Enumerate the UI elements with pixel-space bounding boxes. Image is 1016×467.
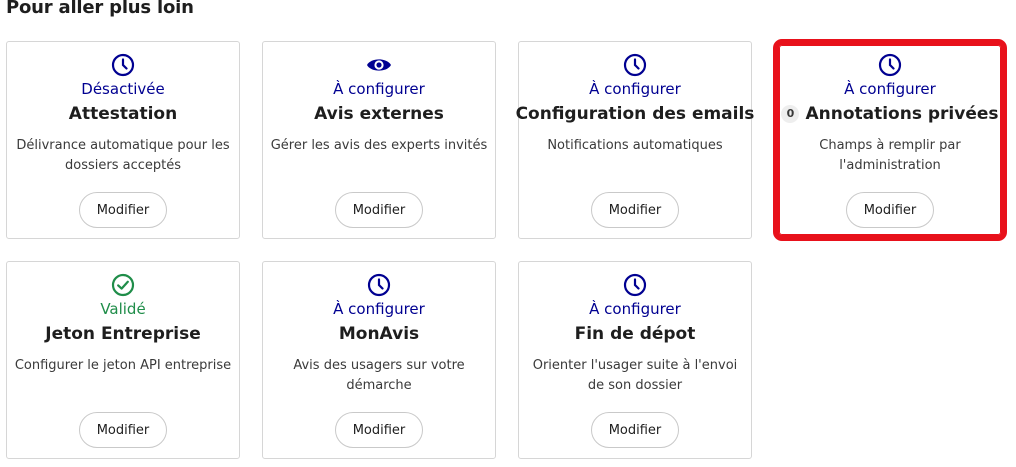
modifier-button-emails[interactable]: Modifier	[591, 192, 679, 228]
modifier-button-monavis[interactable]: Modifier	[335, 412, 423, 448]
card-title: MonAvis	[263, 322, 495, 346]
card-attestation: Désactivée Attestation Délivrance automa…	[6, 41, 240, 239]
check-circle-icon	[7, 272, 239, 298]
status-label: À configurer	[333, 80, 425, 98]
card-description: Orienter l'usager suite à l'envoi de son…	[532, 358, 738, 393]
card-description: Champs à remplir par l'administration	[819, 138, 961, 173]
status-label: Désactivée	[81, 80, 165, 98]
status-label: À configurer	[589, 80, 681, 98]
card-description: Délivrance automatique pour les dossiers…	[16, 138, 230, 173]
card-fin-de-depot: À configurer Fin de dépot Orienter l'usa…	[518, 261, 752, 459]
card-configuration-emails: À configurer Configuration des emails No…	[516, 41, 755, 239]
modifier-button-jeton[interactable]: Modifier	[79, 412, 167, 448]
card-description: Configurer le jeton API entreprise	[14, 358, 232, 373]
card-title-text: Configuration des emails	[515, 104, 755, 124]
modifier-button-fin-de-depot[interactable]: Modifier	[591, 412, 679, 448]
status-label: À configurer	[589, 300, 681, 318]
clock-icon	[7, 52, 239, 78]
card-title-text: Jeton Entreprise	[45, 324, 201, 344]
card-monavis: À configurer MonAvis Avis des usagers su…	[262, 261, 496, 459]
card-title-text: Attestation	[68, 104, 178, 124]
card-title: Jeton Entreprise	[7, 322, 239, 346]
status-label: À configurer	[333, 300, 425, 318]
card-title-text: Fin de dépot	[574, 324, 696, 344]
clock-icon	[519, 272, 751, 298]
status-label: Validé	[100, 300, 146, 318]
modifier-button-avis-externes[interactable]: Modifier	[335, 192, 423, 228]
modifier-button-attestation[interactable]: Modifier	[79, 192, 167, 228]
card-title-text: Avis externes	[314, 104, 444, 124]
section-title: Pour aller plus loin	[6, 0, 194, 18]
card-title-text: Annotations privées	[805, 104, 999, 124]
clock-icon	[263, 272, 495, 298]
card-title: 0 Annotations privées	[780, 102, 1000, 126]
card-description: Notifications automatiques	[547, 138, 723, 153]
card-title: Configuration des emails	[516, 102, 755, 126]
eye-icon	[263, 52, 495, 78]
feature-cards-grid: Désactivée Attestation Délivrance automa…	[6, 39, 1007, 461]
card-title: Fin de dépot	[519, 322, 751, 346]
clock-icon	[519, 52, 751, 78]
clock-icon	[780, 52, 1000, 78]
card-title: Avis externes	[263, 102, 495, 126]
card-annotations-privees: À configurer 0 Annotations privées Champ…	[773, 39, 1007, 241]
count-badge: 0	[781, 105, 800, 123]
card-description: Avis des usagers sur votre démarche	[293, 358, 465, 393]
modifier-button-annotations[interactable]: Modifier	[846, 192, 934, 228]
card-title: Attestation	[7, 102, 239, 126]
card-avis-externes: À configurer Avis externes Gérer les avi…	[262, 41, 496, 239]
status-label: À configurer	[844, 80, 936, 98]
card-jeton-entreprise: Validé Jeton Entreprise Configurer le je…	[6, 261, 240, 459]
card-title-text: MonAvis	[338, 324, 420, 344]
card-description: Gérer les avis des experts invités	[270, 138, 488, 153]
